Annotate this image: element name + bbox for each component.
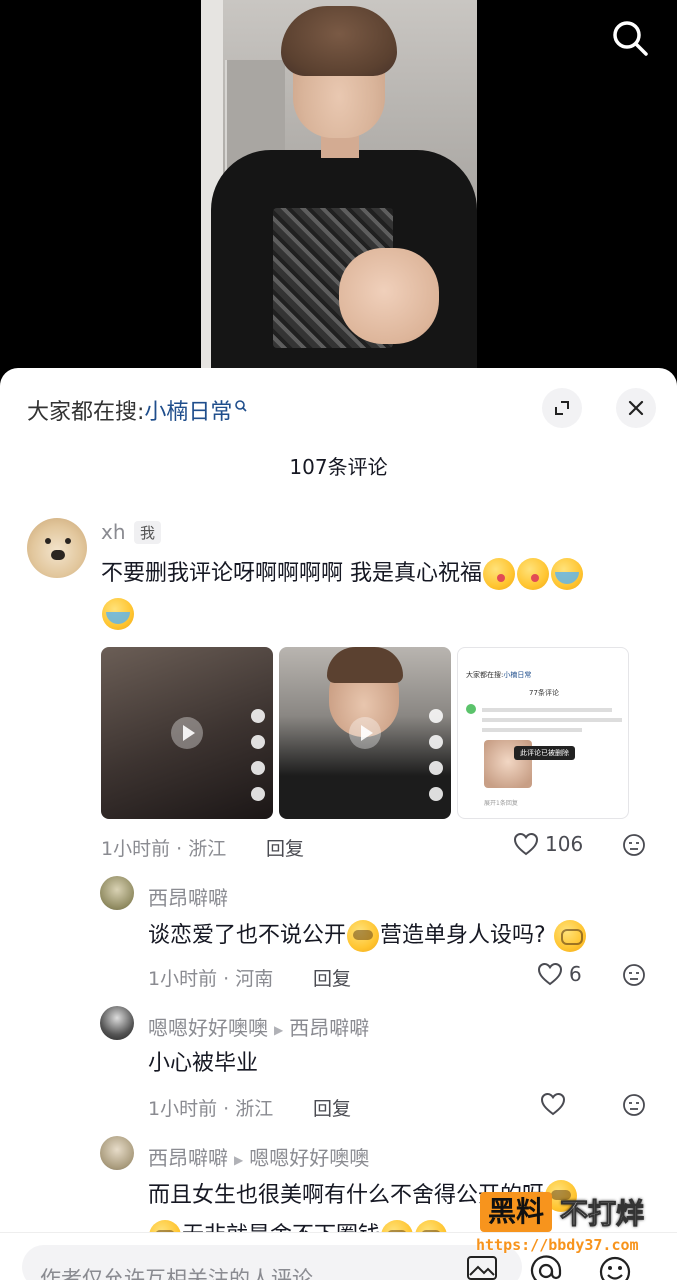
play-icon <box>171 717 203 749</box>
like-button[interactable]: 106 <box>513 832 583 856</box>
avatar-detail <box>45 538 51 544</box>
comment-image[interactable]: 大家都在搜:小楠日常 77条评论 此评论已被删除 展开1条回复 <box>457 647 629 819</box>
dislike-face-icon <box>623 834 645 856</box>
like-count: 106 <box>545 832 584 856</box>
comment-image[interactable] <box>279 647 451 819</box>
crying-emoji-icon <box>551 558 583 590</box>
search-suggestion-keyword[interactable]: 小楠日常 <box>144 400 232 425</box>
reply-button[interactable]: 回复 <box>313 1094 351 1121</box>
comment-text-content: 营造单身人设吗? <box>380 923 546 948</box>
video-person-hand <box>339 248 439 344</box>
dislike-face-icon <box>623 964 645 986</box>
search-suggestion-prefix: 大家都在搜: <box>27 400 145 425</box>
comment-username[interactable]: 西昂噼噼 <box>148 1146 228 1170</box>
expand-icon <box>555 401 569 415</box>
heart-icon <box>540 1092 566 1116</box>
watermark-url: https://bbdy37.com <box>476 1236 639 1254</box>
avatar[interactable] <box>100 1006 134 1040</box>
thumb-hair <box>327 647 403 683</box>
reply-to-username[interactable]: 西昂噼噼 <box>289 1016 369 1040</box>
search-suggestion[interactable]: 大家都在搜:小楠日常 <box>27 394 248 426</box>
comment-meta: 1小时前 · 浙江 <box>101 838 227 860</box>
dizzy-emoji-icon <box>553 920 586 952</box>
comment-meta: 1小时前 · 浙江 <box>148 1098 274 1120</box>
avatar-detail <box>65 538 71 544</box>
watermark-logo: 黑料 不打烊 https://bbdy37.com <box>470 1190 670 1260</box>
dislike-button[interactable] <box>622 1093 646 1121</box>
kiss-emoji-icon <box>517 558 549 590</box>
search-icon <box>234 394 248 419</box>
watermark-brand-box: 黑料 <box>480 1192 553 1232</box>
thumb-avatar <box>466 704 476 714</box>
comment-text: 小心被毕业 <box>148 1051 259 1076</box>
comment-username[interactable]: xh <box>101 520 126 544</box>
close-icon <box>628 400 644 416</box>
comment-count-title: 107条评论 <box>289 455 388 479</box>
like-button[interactable]: 6 <box>537 962 582 986</box>
comment-text <box>101 594 135 634</box>
thumb-line <box>482 708 612 712</box>
comment-meta: 1小时前 · 河南 <box>148 968 274 990</box>
thumb-expand: 展开1条回复 <box>484 800 518 807</box>
video-person-shirt <box>211 150 477 380</box>
reply-arrow-icon: ▶ <box>274 1022 284 1037</box>
comment-text: 不要删我评论呀啊啊啊啊 我是真心祝福 <box>101 554 584 594</box>
video-person-hair <box>281 6 397 76</box>
comment-image[interactable] <box>101 647 273 819</box>
search-icon[interactable] <box>610 18 650 58</box>
video-side-icons <box>429 709 445 809</box>
comment-username: 西昂噼噼 ▶ 嗯嗯好好噢噢 <box>148 1142 369 1171</box>
expand-button[interactable] <box>542 388 582 428</box>
pleading-emoji-icon <box>347 920 380 952</box>
comment-username[interactable]: 西昂噼噼 <box>148 882 228 911</box>
comment-username: 嗯嗯好好噢噢 ▶ 西昂噼噼 <box>148 1012 369 1041</box>
reply-arrow-icon: ▶ <box>234 1152 244 1167</box>
watermark-slogan: 不打烊 <box>560 1197 645 1231</box>
thumb-line <box>482 718 622 722</box>
video-side-icons <box>251 709 267 809</box>
avatar[interactable] <box>100 1136 134 1170</box>
play-icon <box>349 717 381 749</box>
reply-to-username[interactable]: 嗯嗯好好噢噢 <box>249 1146 369 1170</box>
like-count: 6 <box>569 962 582 986</box>
crying-emoji-icon <box>102 598 134 630</box>
avatar[interactable] <box>100 876 134 910</box>
dislike-face-icon <box>623 1094 645 1116</box>
thumb-line <box>482 728 582 732</box>
thumb-count: 77条评论 <box>529 689 559 697</box>
reply-button[interactable]: 回复 <box>266 834 304 861</box>
close-button[interactable] <box>616 388 656 428</box>
like-button[interactable] <box>540 1092 572 1116</box>
dislike-button[interactable] <box>622 833 646 861</box>
watermark-brand: 黑料 不打烊 <box>480 1192 645 1232</box>
dislike-button[interactable] <box>622 963 646 991</box>
avatar[interactable] <box>27 518 87 578</box>
self-tag: 我 <box>134 521 162 544</box>
thumb-deleted-notice: 此评论已被删除 <box>514 746 575 760</box>
kiss-emoji-icon <box>483 558 515 590</box>
comment-text-content: 谈恋爱了也不说公开 <box>148 923 347 948</box>
reply-button[interactable]: 回复 <box>313 964 351 991</box>
avatar-detail <box>51 550 65 560</box>
comment-text: 谈恋爱了也不说公开 营造单身人设吗? <box>148 916 587 956</box>
video-frame[interactable] <box>201 0 477 380</box>
comment-username[interactable]: 嗯嗯好好噢噢 <box>148 1016 268 1040</box>
comment-input[interactable]: 作者仅允许互相关注的人评论 <box>22 1245 522 1280</box>
heart-icon <box>513 832 539 856</box>
comment-text-content: 不要删我评论呀啊啊啊啊 我是真心祝福 <box>101 561 482 586</box>
heart-icon <box>537 962 563 986</box>
comment-sheet: 大家都在搜:小楠日常 107条评论 xh 我 不要删我评论呀啊啊啊啊 我是真心祝… <box>0 368 677 1280</box>
video-player[interactable] <box>0 0 677 380</box>
screenshot-thumbnail: 大家都在搜:小楠日常 77条评论 此评论已被删除 展开1条回复 <box>458 648 628 818</box>
thumb-search: 大家都在搜:小楠日常 <box>466 671 532 679</box>
